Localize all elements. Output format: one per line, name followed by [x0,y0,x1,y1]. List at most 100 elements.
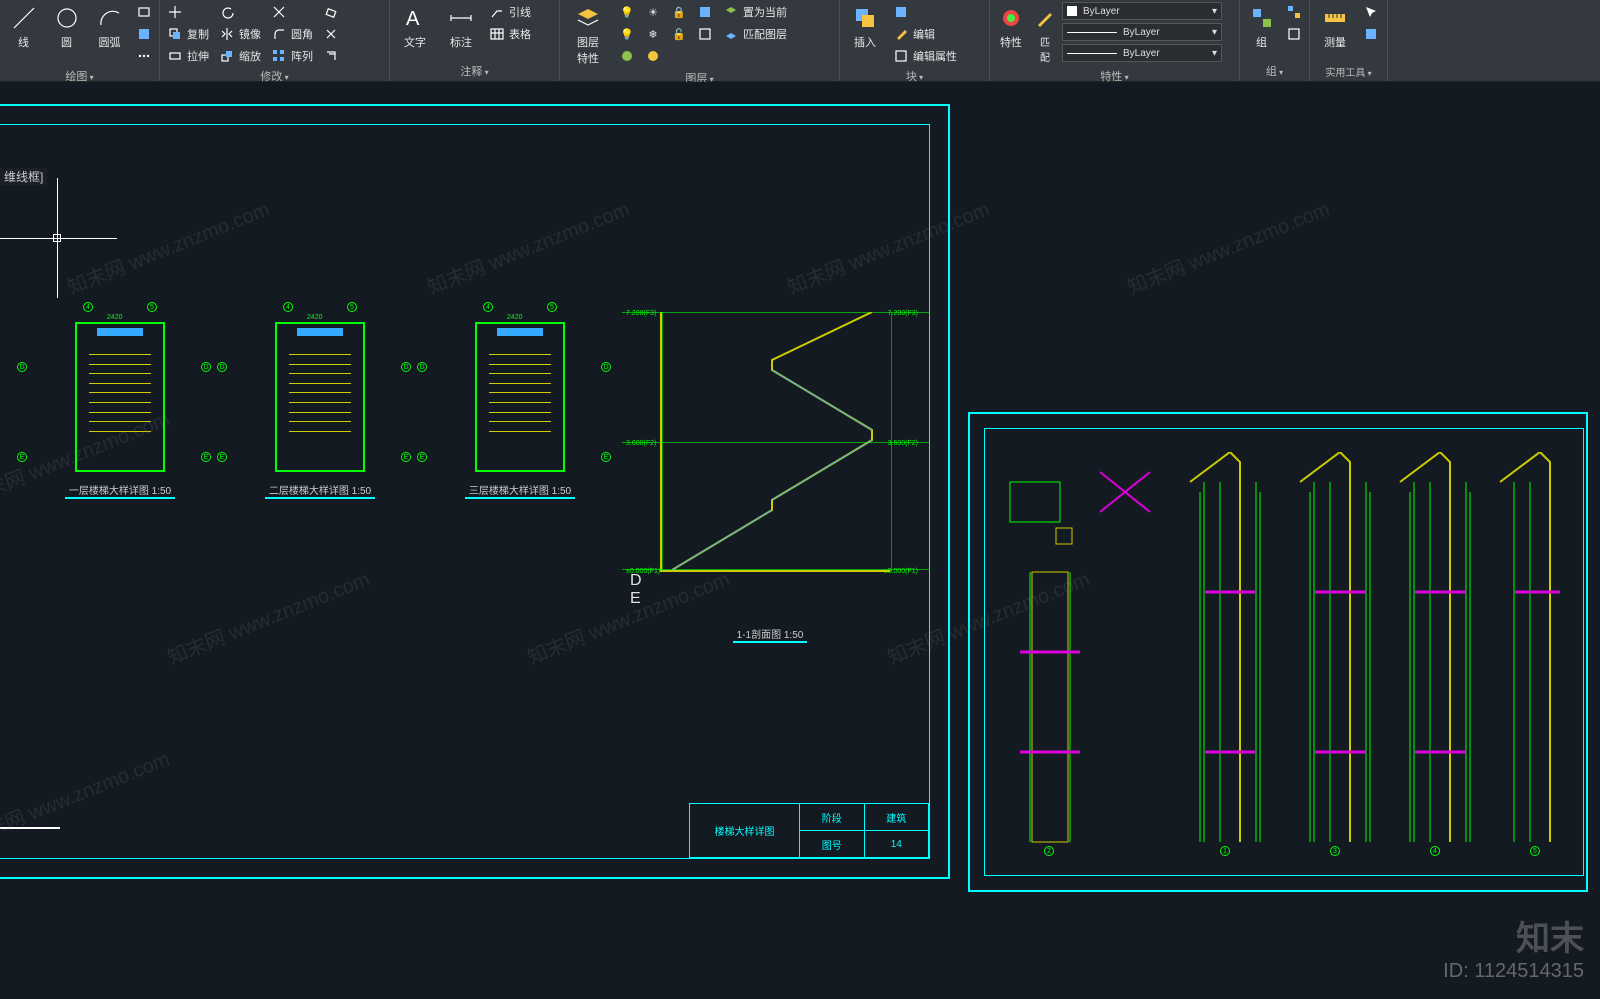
make-current-button[interactable]: 置为当前 [720,2,790,22]
rotate-icon [219,4,235,20]
match-layer-icon [723,26,739,42]
panel-block: 插入 编辑 编辑属性 块 [840,0,990,81]
ucs-axis [0,827,60,829]
stair-plan-2: 4 5 D E D E 2420 二层楼梯大样详图 1:50 [235,322,405,497]
erase-button[interactable] [320,2,342,22]
stretch-button[interactable]: 拉伸 [164,46,212,66]
wall-section-details: 2 1 3 4 5 [1000,452,1560,852]
more-icon [136,48,152,64]
group-edit-icon [1286,26,1302,42]
svg-text:A: A [406,8,420,30]
copy-button[interactable]: 复制 [164,24,212,44]
ungroup-icon [1286,4,1302,20]
layer-misc1-button[interactable] [616,46,638,66]
array-button[interactable]: 阵列 [268,46,316,66]
table-button[interactable]: 表格 [486,24,534,44]
calc-button[interactable] [1360,24,1382,44]
circle-icon [53,4,81,32]
dimension-button[interactable]: 标注 [440,2,482,52]
array-icon [271,48,287,64]
properties-button[interactable]: 特性 [994,2,1028,52]
trim-button[interactable] [268,2,316,22]
group-button[interactable]: 组 [1244,2,1279,52]
draw-hatch-button[interactable] [133,24,155,44]
ungroup-button[interactable] [1283,2,1305,22]
panel-properties: 特性 匹 配 ByLayer▾ ByLayer▾ ByLayer▾ 特性 [990,0,1240,81]
stair-plan-3: 4 5 D E D E 2420 三层楼梯大样详图 1:50 [435,322,605,497]
watermark: 知末网 www.znzmo.com [1122,193,1333,301]
text-icon: A [401,4,429,32]
mirror-icon [219,26,235,42]
erase-icon [323,4,339,20]
match-properties-button[interactable]: 匹 配 [1032,2,1058,66]
layer-lock-button[interactable]: 🔒 [668,2,690,22]
edit-block-button[interactable]: 编辑 [890,24,960,44]
move-icon [167,4,183,20]
ribbon: 线 圆 圆弧 绘图 复制 拉伸 [0,0,1600,82]
draw-more-button[interactable] [133,46,155,66]
panel-modify: 复制 拉伸 镜像 缩放 圆角 阵列 修改 [160,0,390,81]
circle-button[interactable]: 圆 [47,2,86,52]
offset-button[interactable] [320,46,342,66]
properties-icon [997,4,1025,32]
stair-plan-1: 4 5 D E D E 2420 一层楼梯大样详图 1:50 [35,322,205,497]
layer-off-button[interactable]: 💡 [616,2,638,22]
drawing-canvas[interactable]: 维线框] 楼梯大样详图 阶段建筑 图号14 4 5 D E D E 2420 一… [0,82,1600,999]
lock-icon: 🔒 [671,4,687,20]
layer-uniso-button[interactable] [694,24,716,44]
fillet-button[interactable]: 圆角 [268,24,316,44]
trim-icon [271,4,287,20]
layer-on-button[interactable]: 💡 [616,24,638,44]
layer-thaw-button[interactable]: ❄ [642,24,664,44]
select-button[interactable] [1360,2,1382,22]
panel-layers: 图层 特性 💡 ☀ 🔒 💡 ❄ 🔓 [560,0,840,81]
line-button[interactable]: 线 [4,2,43,52]
dimension-icon [447,4,475,32]
layer-iso-button[interactable] [694,2,716,22]
panel-group-title[interactable]: 组 [1244,61,1305,81]
sun-icon: ☀ [645,4,661,20]
draw-rect-button[interactable] [133,2,155,22]
rectangle-icon [136,4,152,20]
select-icon [1363,4,1379,20]
insert-button[interactable]: 插入 [844,2,886,52]
move-button[interactable] [164,2,212,22]
layer-freeze-button[interactable]: ☀ [642,2,664,22]
line-label: 线 [18,34,29,50]
group-edit-button[interactable] [1283,24,1305,44]
text-button[interactable]: A 文字 [394,2,436,52]
insert-icon [851,4,879,32]
explode-button[interactable] [320,24,342,44]
create-block-button[interactable] [890,2,960,22]
scale-button[interactable]: 缩放 [216,46,264,66]
mirror-button[interactable]: 镜像 [216,24,264,44]
lightbulb-icon: 💡 [619,4,635,20]
color-dropdown[interactable]: ByLayer▾ [1062,2,1222,20]
measure-button[interactable]: 测量 [1314,2,1356,52]
layer-unlock-button[interactable]: 🔓 [668,24,690,44]
layer-properties-button[interactable]: 图层 特性 [564,2,612,68]
title-block: 楼梯大样详图 阶段建筑 图号14 [689,803,929,858]
panel-annotate-title[interactable]: 注释 [394,61,555,81]
circle-label: 圆 [61,34,72,50]
explode-icon [323,26,339,42]
layer-misc2-button[interactable] [642,46,664,66]
panel-utilities-title[interactable]: 实用工具 [1314,62,1383,81]
create-block-icon [893,4,909,20]
make-current-icon [723,4,739,20]
linetype-dropdown[interactable]: ByLayer▾ [1062,44,1222,62]
stretch-icon [167,48,183,64]
leader-button[interactable]: 引线 [486,2,534,22]
fillet-icon [271,26,287,42]
match-layer-button[interactable]: 匹配图层 [720,24,790,44]
hatch-icon [136,26,152,42]
table-icon [489,26,505,42]
rotate-button[interactable] [216,2,264,22]
offset-icon [323,48,339,64]
lineweight-dropdown[interactable]: ByLayer▾ [1062,23,1222,41]
arc-button[interactable]: 圆弧 [90,2,129,52]
edit-attr-button[interactable]: 编辑属性 [890,46,960,66]
calc-icon [1363,26,1379,42]
group-icon [1248,4,1276,32]
panel-annotate: A 文字 标注 引线 表格 注释 [390,0,560,81]
